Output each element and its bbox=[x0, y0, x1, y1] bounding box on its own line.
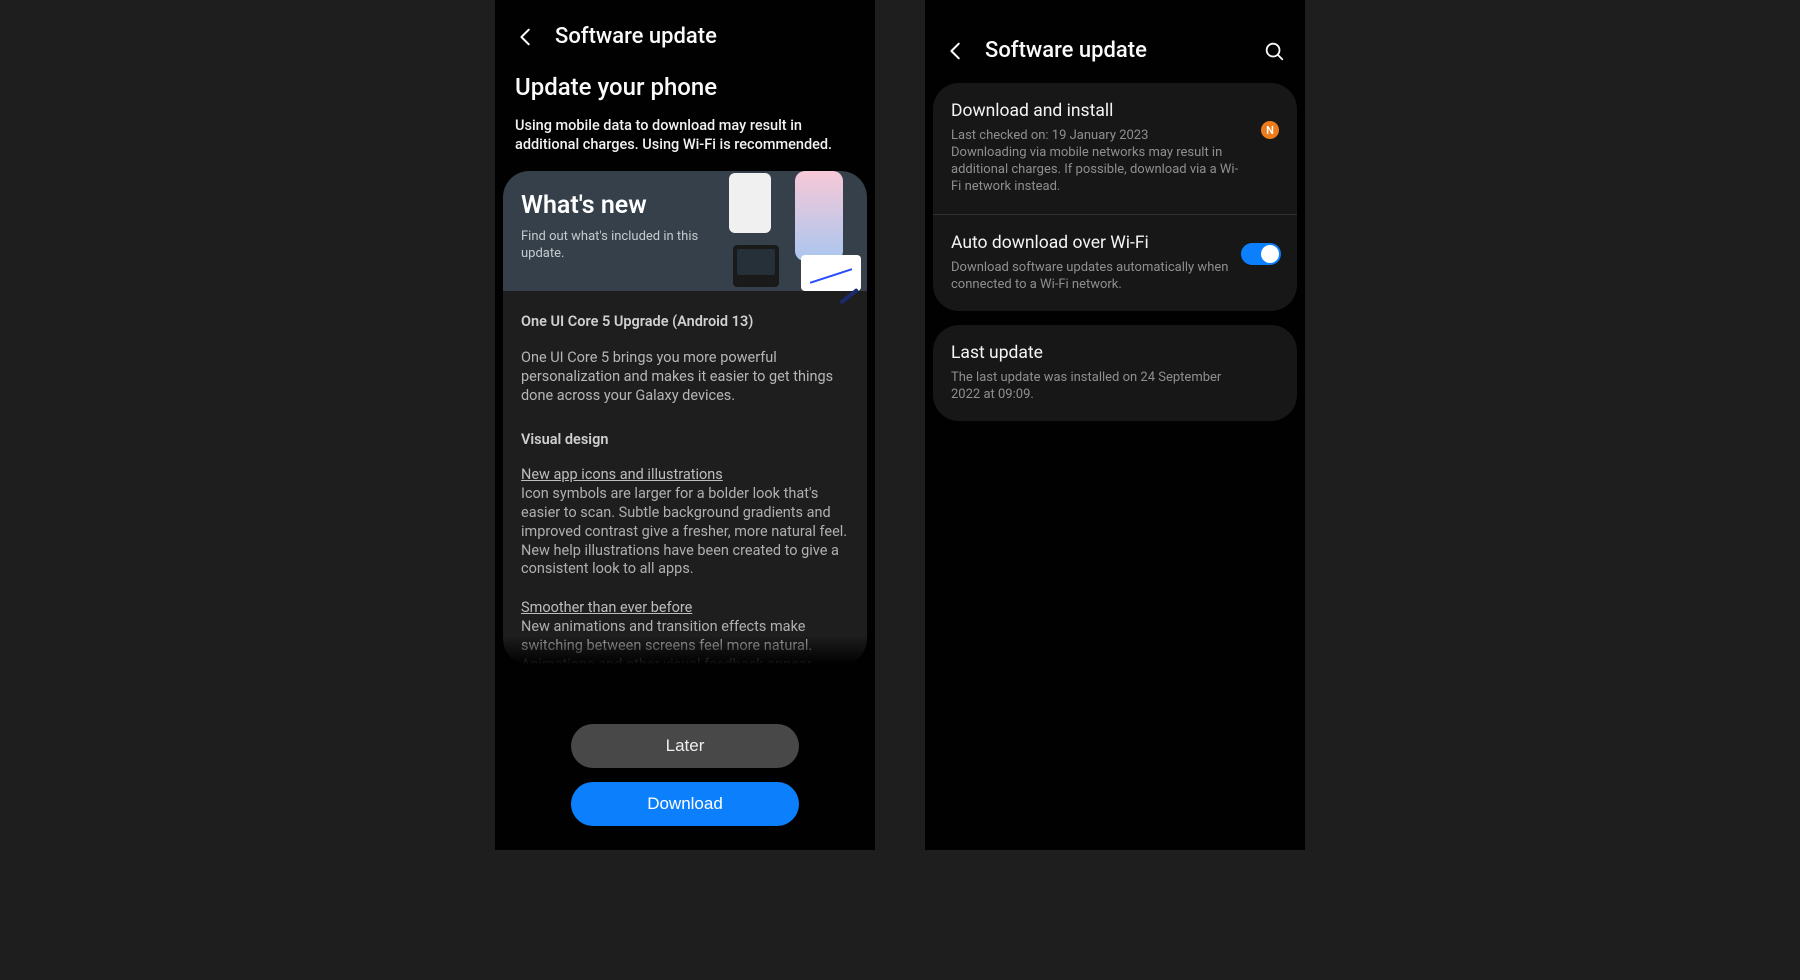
data-charges-note: Using mobile data to download may result… bbox=[515, 117, 855, 155]
whats-new-subtitle: Find out what's included in this update. bbox=[521, 228, 701, 263]
item-subtitle: The last update was installed on 24 Sept… bbox=[951, 369, 1239, 403]
release-intro: One UI Core 5 brings you more powerful p… bbox=[521, 348, 849, 405]
item-title: Auto download over Wi-Fi bbox=[951, 233, 1279, 253]
download-and-install-item[interactable]: Download and install Last checked on: 19… bbox=[933, 83, 1297, 214]
scroll-fade bbox=[503, 684, 867, 714]
devices-illustration bbox=[707, 171, 867, 291]
auto-download-toggle[interactable] bbox=[1241, 243, 1281, 265]
back-icon[interactable] bbox=[945, 40, 967, 62]
item-subtitle: Download software updates automatically … bbox=[951, 259, 1239, 293]
new-badge-icon: N bbox=[1261, 121, 1279, 139]
item-title: Last update bbox=[951, 343, 1279, 363]
download-button[interactable]: Download bbox=[571, 782, 799, 826]
software-update-settings-screen: Software update Download and install Las… bbox=[925, 0, 1305, 850]
software-update-detail-screen: Software update Update your phone Using … bbox=[495, 0, 875, 850]
page-title: Update your phone bbox=[515, 73, 855, 101]
feature-1-title: New app icons and illustrations bbox=[521, 466, 849, 483]
release-notes-body: One UI Core 5 Upgrade (Android 13) One U… bbox=[503, 291, 867, 665]
whats-new-title: What's new bbox=[521, 191, 849, 220]
back-icon[interactable] bbox=[515, 26, 537, 48]
last-update-item[interactable]: Last update The last update was installe… bbox=[933, 325, 1297, 421]
release-section-heading: Visual design bbox=[521, 431, 849, 448]
header: Software update bbox=[495, 0, 875, 67]
search-icon[interactable] bbox=[1263, 40, 1285, 62]
feature-1-body: Icon symbols are larger for a bolder loo… bbox=[521, 485, 849, 579]
release-notes-card[interactable]: What's new Find out what's included in t… bbox=[503, 171, 867, 665]
auto-download-wifi-item[interactable]: Auto download over Wi-Fi Download softwa… bbox=[933, 214, 1297, 311]
later-button[interactable]: Later bbox=[571, 724, 799, 768]
item-title: Download and install bbox=[951, 101, 1279, 121]
settings-group-2: Last update The last update was installe… bbox=[933, 325, 1297, 421]
item-subtitle: Last checked on: 19 January 2023 Downloa… bbox=[951, 127, 1239, 196]
subheader: Update your phone Using mobile data to d… bbox=[495, 67, 875, 155]
whats-new-banner: What's new Find out what's included in t… bbox=[503, 171, 867, 291]
feature-2-body: New animations and transition effects ma… bbox=[521, 618, 849, 664]
release-title: One UI Core 5 Upgrade (Android 13) bbox=[521, 313, 849, 330]
header-title: Software update bbox=[555, 24, 717, 49]
settings-group-1: Download and install Last checked on: 19… bbox=[933, 83, 1297, 311]
header-title: Software update bbox=[985, 38, 1147, 63]
feature-2-title: Smoother than ever before bbox=[521, 599, 849, 616]
header: Software update bbox=[925, 0, 1305, 81]
action-buttons: Later Download bbox=[495, 724, 875, 826]
